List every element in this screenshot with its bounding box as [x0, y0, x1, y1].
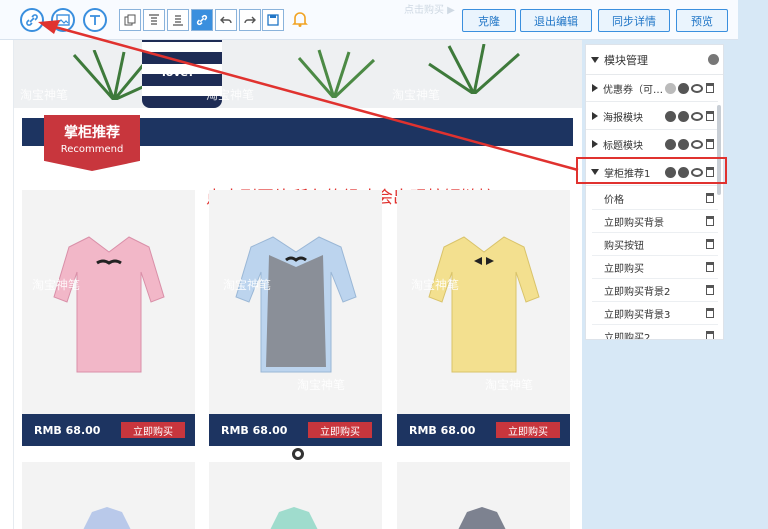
module-label: 海报模块 — [603, 112, 643, 124]
banner-image[interactable]: love? 淘宝神笔 淘宝神笔 淘宝神笔 — [14, 40, 582, 108]
layer-item[interactable]: 价格 — [592, 187, 718, 210]
expand-icon[interactable] — [592, 140, 598, 148]
section-title: 掌柜推荐 — [64, 125, 120, 141]
move-down-icon[interactable] — [678, 110, 689, 122]
buy-now-button[interactable]: 立即购买 — [121, 422, 185, 438]
left-panel-edge — [0, 40, 14, 529]
layer-label: 购买按钮 — [604, 240, 644, 252]
layer-label: 价格 — [604, 194, 624, 206]
product-price: RMB 68.00 — [34, 424, 101, 437]
layer-item[interactable]: 立即购买背景 — [592, 210, 718, 233]
delete-icon[interactable] — [706, 239, 714, 249]
layer-item[interactable]: 立即购买背景2 — [592, 279, 718, 302]
module-row-title[interactable]: 标题模块 — [586, 131, 718, 158]
product-card[interactable]: 淘宝神笔 淘宝神笔 RMB 68.00 立即购买 — [397, 190, 570, 446]
delete-icon[interactable] — [706, 308, 714, 318]
undo-icon[interactable] — [215, 9, 237, 31]
module-label: 优惠券（可… — [603, 84, 663, 96]
delete-icon[interactable] — [706, 111, 714, 121]
expand-icon[interactable] — [592, 112, 598, 120]
visibility-icon[interactable] — [691, 139, 703, 149]
product-image[interactable] — [209, 190, 382, 414]
redo-icon[interactable] — [239, 9, 261, 31]
sync-details-button[interactable]: 同步详情 — [598, 9, 670, 32]
shirt-icon — [234, 236, 357, 373]
move-up-icon[interactable] — [665, 138, 676, 150]
clone-button[interactable]: 克隆 — [462, 9, 516, 32]
product-card[interactable] — [397, 462, 570, 529]
banner-text: love? — [162, 66, 195, 79]
delete-icon[interactable] — [706, 285, 714, 295]
price-bar: RMB 68.00 立即购买 — [209, 414, 382, 446]
module-row-poster[interactable]: 海报模块 — [586, 103, 718, 130]
layer-item[interactable]: 立即购买 — [592, 256, 718, 279]
ghost-buy-text: 点击购买 ▶ — [404, 5, 455, 16]
editor-canvas[interactable]: love? 淘宝神笔 淘宝神笔 淘宝神笔 掌柜推荐 Recommend 点击到图… — [14, 40, 582, 529]
top-toolbar: 点击购买 ▶ 克隆 退出编辑 同步详情 预览 — [0, 0, 738, 40]
price-bar: RMB 68.00 立即购买 — [397, 414, 570, 446]
product-price: RMB 68.00 — [221, 424, 288, 437]
shirt-icon — [458, 507, 506, 529]
delete-icon[interactable] — [706, 193, 714, 203]
layer-item[interactable]: 立即购买2 — [592, 325, 718, 340]
product-price: RMB 68.00 — [409, 424, 476, 437]
align-bottom-icon[interactable] — [167, 9, 189, 31]
price-bar: RMB 68.00 立即购买 — [22, 414, 195, 446]
visibility-icon[interactable] — [691, 111, 703, 121]
buy-now-button[interactable]: 立即购买 — [308, 422, 372, 438]
product-card[interactable] — [22, 462, 195, 529]
loading-spinner-icon — [292, 448, 304, 460]
shirt-icon — [52, 236, 165, 373]
layer-label: 立即购买背景2 — [604, 286, 671, 298]
link-icon[interactable] — [20, 8, 44, 32]
product-image[interactable] — [22, 190, 195, 414]
delete-icon[interactable] — [706, 331, 714, 339]
copy-icon[interactable] — [119, 9, 141, 31]
product-card[interactable] — [209, 462, 382, 529]
shirt-icon — [270, 507, 318, 529]
module-manager-title: 模块管理 — [604, 53, 648, 67]
layer-label: 立即购买背景3 — [604, 309, 671, 321]
exit-edit-button[interactable]: 退出编辑 — [520, 9, 592, 32]
buy-now-button[interactable]: 立即购买 — [496, 422, 560, 438]
layer-label: 立即购买2 — [604, 332, 651, 340]
image-icon[interactable] — [51, 8, 75, 32]
product-image[interactable] — [397, 190, 570, 414]
module-row-coupon[interactable]: 优惠券（可… — [586, 75, 718, 102]
palm-leaf-right — [428, 44, 520, 94]
shirt-icon — [83, 507, 131, 529]
add-module-icon[interactable] — [708, 54, 719, 65]
preview-button[interactable]: 预览 — [676, 9, 728, 32]
product-card[interactable]: 淘宝神笔 淘宝神笔 RMB 68.00 立即购买 — [209, 190, 382, 446]
module-manager-panel: 模块管理 优惠券（可… 海报模块 标题模块 掌柜推荐1 价格 立即购买背景 购买… — [585, 44, 724, 340]
highlight-box — [576, 157, 727, 184]
delete-icon[interactable] — [706, 139, 714, 149]
layer-label: 立即购买 — [604, 263, 644, 275]
move-down-icon[interactable] — [678, 138, 689, 150]
text-icon[interactable] — [83, 8, 107, 32]
palm-leaf-middle — [297, 49, 376, 98]
align-top-icon[interactable] — [143, 9, 165, 31]
expand-icon[interactable] — [592, 84, 598, 92]
delete-icon[interactable] — [706, 83, 714, 93]
move-down-icon[interactable] — [678, 82, 689, 94]
layer-item[interactable]: 购买按钮 — [592, 233, 718, 256]
move-up-icon[interactable] — [665, 82, 676, 94]
bell-icon[interactable] — [291, 10, 309, 31]
delete-icon[interactable] — [706, 262, 714, 272]
section-badge: 掌柜推荐 Recommend — [44, 115, 140, 171]
layer-label: 立即购买背景 — [604, 217, 664, 229]
module-manager-header[interactable]: 模块管理 — [586, 45, 723, 75]
shirt-icon — [427, 236, 540, 373]
delete-icon[interactable] — [706, 216, 714, 226]
layer-item[interactable]: 立即购买背景3 — [592, 302, 718, 325]
product-card[interactable]: 淘宝神笔 RMB 68.00 立即购买 — [22, 190, 195, 446]
visibility-icon[interactable] — [691, 83, 703, 93]
collapse-icon[interactable] — [591, 56, 599, 63]
module-label: 标题模块 — [603, 140, 643, 152]
section-subtitle: Recommend — [60, 144, 124, 155]
save-icon[interactable] — [262, 9, 284, 31]
link-active-icon[interactable] — [191, 9, 213, 31]
move-up-icon[interactable] — [665, 110, 676, 122]
